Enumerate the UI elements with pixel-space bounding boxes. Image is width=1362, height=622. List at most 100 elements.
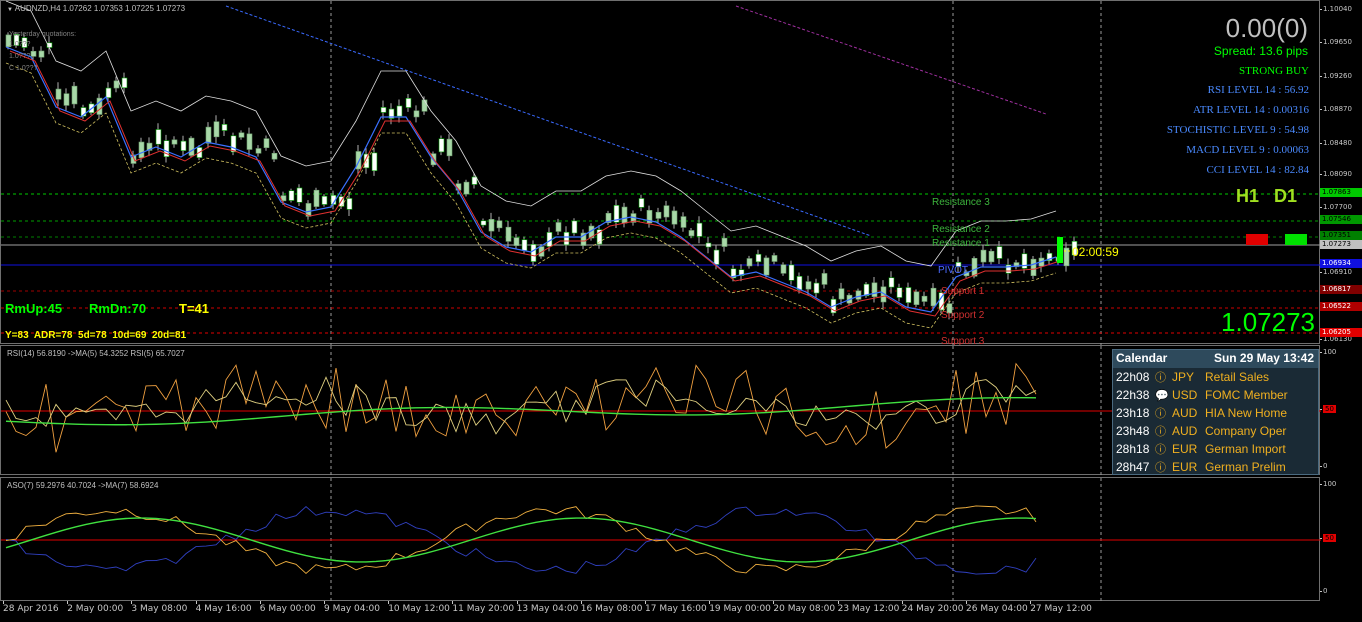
support-3-price-tag: 1.06205 — [1320, 328, 1362, 337]
time-tick-label: 16 May 08:00 — [580, 604, 643, 614]
candle-body — [230, 135, 237, 153]
time-tick-label: 28 Apr 2016 — [3, 604, 59, 614]
aso-tick: 100 — [1319, 480, 1337, 488]
aso-indicator-pane[interactable]: ASO(7) 59.2976 40.7024 ->MA(7) 58.6924 — [0, 477, 1321, 602]
calendar-event-currency: EUR — [1172, 460, 1198, 474]
calendar-event-row[interactable]: 23h18 ⓘ AUD HIA New Home — [1113, 404, 1318, 422]
calendar-event-row[interactable]: 28h18 ⓘ EUR German Import — [1113, 440, 1318, 458]
candle-body — [896, 287, 903, 298]
price-tick: 1.07700 — [1320, 203, 1352, 211]
candle-body — [313, 189, 320, 207]
calendar-event-time: 23h48 — [1116, 424, 1150, 438]
candle-body — [496, 220, 503, 229]
candle-body — [188, 137, 195, 156]
price-tick: 1.09650 — [1320, 38, 1352, 46]
calendar-event-name: Company Oper — [1205, 424, 1287, 438]
price-tick: 1.06910 — [1320, 268, 1352, 276]
time-tick-label: 13 May 04:00 — [516, 604, 579, 614]
candle-body — [855, 290, 862, 300]
price-chart-canvas[interactable] — [1, 0, 1321, 345]
candle-body — [771, 255, 778, 262]
candle-body — [288, 190, 295, 201]
rsi-level-readout: RSI LEVEL 14 : 56.92 — [1207, 84, 1309, 96]
candle-body — [555, 222, 562, 232]
calendar-event-name: FOMC Member — [1205, 388, 1288, 402]
time-tick-label: 19 May 00:00 — [709, 604, 771, 614]
calendar-event-row[interactable]: 22h08 ⓘ JPY Retail Sales — [1113, 368, 1318, 386]
rsi-fast-line — [5, 362, 1037, 453]
time-tick-label: 17 May 16:00 — [645, 604, 707, 614]
yesterday-close: C 1.0??? — [9, 65, 38, 72]
candle-body — [505, 226, 512, 242]
candle-body — [63, 93, 70, 106]
calendar-event-row[interactable]: 22h38 💬 USD FOMC Member — [1113, 386, 1318, 404]
aso-indicator-canvas[interactable] — [1, 478, 1321, 602]
big-price-readout: 1.07273 — [1221, 307, 1315, 337]
candle-body — [346, 198, 353, 210]
time-tick-label: 9 May 04:00 — [324, 604, 380, 614]
candle-body — [755, 253, 762, 263]
rsi-tick-50: 50 — [1320, 405, 1336, 413]
aso-axis[interactable]: 100 50 0 — [1319, 477, 1362, 601]
calendar-event-name: German Import — [1205, 442, 1286, 456]
calendar-event-row[interactable]: 23h48 ⓘ AUD Company Oper — [1113, 422, 1318, 440]
price-tick: 1.08870 — [1320, 105, 1352, 113]
candle-body — [796, 276, 803, 291]
candle-body — [813, 282, 820, 294]
time-axis[interactable]: 28 Apr 2016 2 May 00:00 3 May 08:00 4 May 1… — [0, 601, 1320, 622]
price-tick: 1.08480 — [1320, 139, 1352, 147]
adr-stats-label: Y=83 ADR=78 5d=78 10d=69 20d=81 — [5, 330, 187, 341]
candle-body — [71, 85, 78, 105]
candle-body — [988, 250, 995, 263]
calendar-event-time: 28h47 — [1116, 460, 1150, 474]
candle-body — [463, 181, 470, 195]
time-tick-label: 26 May 04:00 — [966, 604, 1028, 614]
rsi-axis[interactable]: 100 50 0 — [1319, 345, 1362, 475]
candle-body — [30, 50, 37, 57]
candle-body — [138, 141, 145, 159]
calendar-event-name: Retail Sales — [1205, 370, 1270, 384]
calendar-event-currency: AUD — [1172, 406, 1198, 420]
price-chart-pane[interactable]: ▼ AUDNZD,H4 1.07262 1.07353 1.07225 1.07… — [0, 0, 1321, 347]
calendar-event-name: HIA New Home — [1205, 406, 1288, 420]
candle-body — [913, 291, 920, 305]
candle-body — [421, 99, 428, 112]
dropdown-triangle-icon[interactable]: ▼ — [7, 7, 13, 13]
candle-body — [380, 107, 387, 113]
candle-body — [446, 138, 453, 157]
aso-tick-50: 50 — [1320, 534, 1336, 542]
candle-body — [213, 121, 220, 138]
candle-body — [921, 295, 928, 302]
calendar-event-row[interactable]: 28h47 ⓘ EUR German Prelim — [1113, 458, 1318, 476]
yesterday-low: 1.0??? — [9, 53, 31, 60]
candle-body — [371, 152, 378, 172]
pivot-price-tag: 1.06934 — [1320, 259, 1362, 268]
candle-body — [621, 206, 628, 224]
candle-body — [571, 220, 578, 234]
symbol-quote-text: AUDNZD,H4 1.07262 1.07353 1.07225 1.0727… — [14, 4, 186, 13]
support-1-price-tag: 1.06817 — [1320, 285, 1362, 294]
candle-body — [155, 129, 162, 145]
stochastic-level-readout: STOCHISTIC LEVEL 9 : 54.98 — [1166, 124, 1309, 136]
time-tick-label: 23 May 12:00 — [837, 604, 900, 614]
candle-body — [488, 219, 495, 232]
resistance-3-price-tag: 1.07863 — [1320, 188, 1362, 197]
cci-level-readout: CCI LEVEL 14 : 82.84 — [1206, 164, 1309, 176]
candle-body — [688, 230, 695, 237]
trend-line-purple — [735, 5, 1047, 115]
candle-body — [38, 50, 45, 58]
yesterday-quotations-label: Yesterday quotations: — [9, 31, 77, 38]
profit-readout: 0.00(0) — [1225, 13, 1308, 43]
economic-calendar-panel[interactable]: Calendar Sun 29 May 13:42 22h08 ⓘ JPY Retai… — [1112, 349, 1319, 475]
candle-body — [221, 124, 228, 131]
candle-body — [763, 257, 770, 276]
candle-body — [930, 287, 937, 307]
calendar-event-currency: JPY — [1172, 370, 1195, 384]
atr-level-readout: ATR LEVEL 14 : 0.00316 — [1193, 104, 1309, 116]
time-tick-label: 4 May 16:00 — [195, 604, 252, 614]
calendar-title: Calendar — [1116, 351, 1168, 365]
candle-body — [480, 220, 487, 226]
candle-body — [746, 258, 753, 267]
candle-body — [821, 273, 828, 285]
candle-body — [296, 187, 303, 203]
